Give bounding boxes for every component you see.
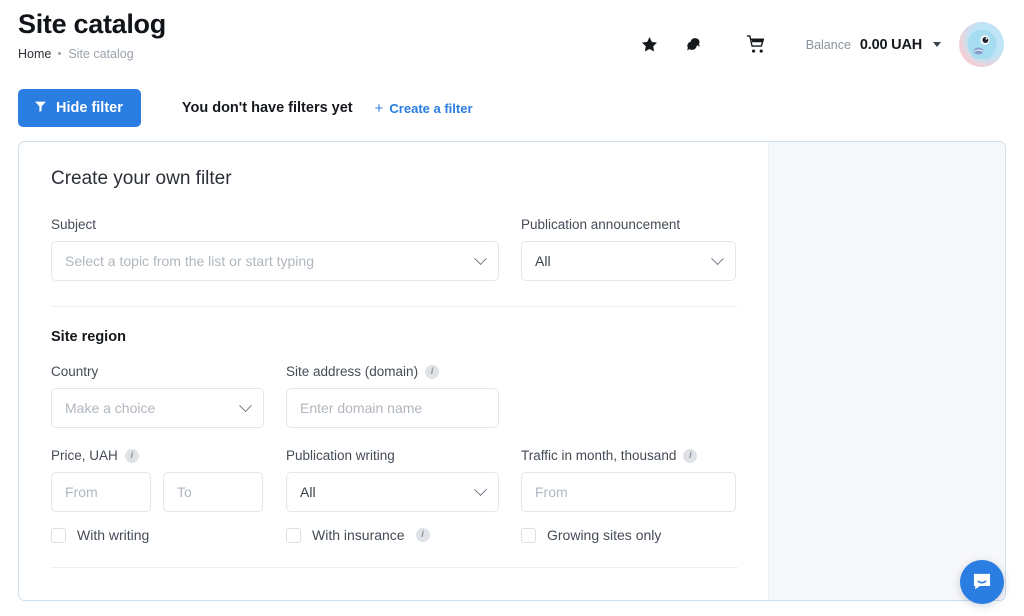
country-placeholder: Make a choice	[65, 400, 156, 416]
publication-announcement-label: Publication announcement	[521, 217, 681, 232]
header-right: Balance 0.00 UAH	[632, 0, 1004, 67]
subject-select[interactable]: Select a topic from the list or start ty…	[51, 241, 499, 281]
price-field: Price, UAH i With writing	[51, 448, 264, 543]
growing-sites-label: Growing sites only	[547, 527, 662, 543]
site-address-label-text: Site address (domain)	[286, 364, 419, 379]
site-address-input[interactable]	[286, 388, 499, 428]
country-field: Country Make a choice	[51, 364, 264, 428]
header-left: Site catalog Home Site catalog	[18, 0, 166, 61]
chevron-down-icon	[474, 482, 487, 496]
traffic-field: Traffic in month, thousand i Growing sit…	[521, 448, 736, 543]
info-icon[interactable]: i	[425, 364, 440, 379]
balance-dropdown[interactable]: Balance 0.00 UAH	[806, 37, 941, 53]
growing-sites-checkbox-row[interactable]: Growing sites only	[521, 527, 736, 543]
breadcrumb-current: Site catalog	[68, 46, 134, 61]
section-divider	[51, 306, 738, 307]
price-label-text: Price, UAH	[51, 448, 118, 463]
with-writing-label: With writing	[77, 527, 150, 543]
growing-sites-checkbox[interactable]	[521, 527, 536, 543]
create-filter-panel: Create your own filter Subject Select a …	[18, 141, 1006, 601]
with-writing-checkbox-row[interactable]: With writing	[51, 527, 264, 543]
with-insurance-checkbox[interactable]	[286, 527, 301, 543]
price-range-inputs	[51, 472, 264, 512]
section-divider-bottom	[51, 567, 738, 568]
publication-writing-value: All	[300, 484, 316, 500]
empty-filters-message: You don't have filters yet	[181, 100, 353, 116]
with-writing-checkbox[interactable]	[51, 527, 66, 543]
page-title: Site catalog	[18, 9, 166, 39]
with-insurance-label: With insurance	[312, 527, 405, 543]
form-row-region: Country Make a choice Site address (doma…	[51, 364, 738, 428]
filter-panel-title: Create your own filter	[51, 168, 232, 189]
create-filter-link[interactable]: + Create a filter	[375, 101, 473, 116]
breadcrumb-separator-dot	[58, 52, 62, 56]
country-select[interactable]: Make a choice	[51, 388, 264, 428]
publication-announcement-value: All	[535, 253, 551, 269]
info-icon[interactable]: i	[415, 528, 430, 542]
subject-placeholder: Select a topic from the list or start ty…	[65, 253, 314, 269]
price-label: Price, UAH i	[51, 448, 264, 463]
traffic-label: Traffic in month, thousand i	[521, 448, 736, 463]
chevron-down-icon	[474, 251, 487, 265]
info-icon[interactable]: i	[124, 448, 139, 463]
hide-filter-button[interactable]: Hide filter	[18, 89, 141, 127]
breadcrumb-home[interactable]: Home	[18, 47, 51, 61]
avatar[interactable]	[959, 22, 1004, 67]
form-row-price-traffic: Price, UAH i With writing Publication wr…	[51, 448, 738, 543]
publication-writing-select[interactable]: All	[286, 472, 499, 512]
chevron-down-icon	[239, 398, 252, 412]
chevron-down-icon	[711, 251, 724, 265]
hide-filter-label: Hide filter	[56, 100, 123, 116]
filter-form: Create your own filter Subject Select a …	[19, 142, 769, 600]
chevron-down-icon[interactable]	[933, 42, 941, 47]
star-icon[interactable]	[632, 30, 668, 60]
country-label: Country	[51, 364, 99, 379]
publication-announcement-field: Publication announcement All	[521, 217, 736, 281]
price-from-input[interactable]	[51, 472, 151, 512]
filter-toolbar: Hide filter You don't have filters yet +…	[0, 80, 1024, 136]
price-to-input[interactable]	[163, 472, 263, 512]
with-insurance-checkbox-row[interactable]: With insurance i	[286, 527, 499, 543]
publication-announcement-select[interactable]: All	[521, 241, 736, 281]
funnel-icon	[34, 100, 47, 117]
chat-launcher-icon[interactable]	[960, 560, 1004, 604]
breadcrumb: Home Site catalog	[18, 47, 166, 61]
publication-writing-field: Publication writing All With insurance i	[286, 448, 499, 543]
subject-field: Subject Select a topic from the list or …	[51, 217, 499, 281]
balance-label: Balance	[805, 37, 851, 52]
panel-side-area	[769, 142, 1005, 600]
info-icon[interactable]: i	[683, 448, 698, 463]
traffic-from-input[interactable]	[521, 472, 736, 512]
page-header: Site catalog Home Site catalog Balance 0…	[0, 0, 1024, 80]
site-address-field: Site address (domain) i	[286, 364, 499, 428]
balance-value: 0.00 UAH	[859, 36, 922, 53]
site-address-label: Site address (domain) i	[286, 364, 499, 379]
traffic-label-text: Traffic in month, thousand	[521, 448, 677, 463]
create-filter-label: Create a filter	[389, 100, 473, 116]
chat-bubbles-icon[interactable]	[676, 30, 712, 60]
site-region-section-title: Site region	[51, 329, 126, 345]
publication-writing-label: Publication writing	[286, 448, 395, 463]
subject-label: Subject	[51, 217, 97, 232]
shopping-cart-icon[interactable]	[739, 30, 775, 60]
plus-icon: +	[374, 99, 384, 117]
form-row-subject: Subject Select a topic from the list or …	[51, 217, 738, 281]
